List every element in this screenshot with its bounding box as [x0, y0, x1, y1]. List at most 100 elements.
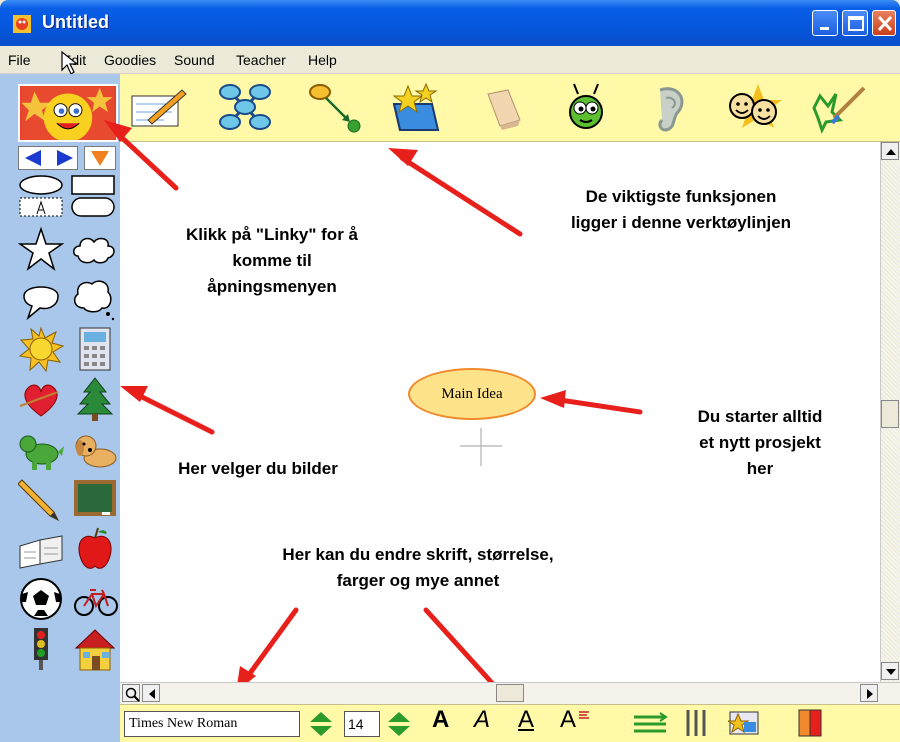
pencil-icon[interactable] [18, 476, 64, 522]
window-title: Untitled [42, 12, 109, 32]
dinosaur-icon[interactable] [18, 426, 64, 472]
bicycle-icon[interactable] [72, 576, 118, 622]
bug-icon[interactable] [556, 80, 616, 136]
vertical-scrollbar[interactable] [880, 142, 900, 682]
maximize-icon [848, 16, 864, 31]
annotation-linky-line3: åpningsmenyen [207, 277, 337, 296]
symbol-library-icon[interactable] [728, 708, 760, 738]
heart-icon[interactable] [18, 376, 64, 422]
maximize-button[interactable] [842, 10, 868, 36]
chalkboard-icon[interactable] [72, 476, 118, 522]
dog-icon[interactable] [72, 426, 118, 472]
menu-goodies[interactable]: Goodies [104, 52, 156, 68]
palette-nav [18, 146, 78, 170]
insertion-point-cursor [460, 428, 502, 466]
menu-bar: File Edit Goodies Sound Teacher Help [0, 46, 900, 74]
size-stepper-icon[interactable] [384, 710, 414, 738]
calculator-icon[interactable] [72, 326, 118, 372]
italic-button[interactable]: A [474, 706, 490, 734]
annotation-start-line1: Du starter alltid [697, 407, 823, 426]
symbol-box-icon[interactable] [386, 80, 446, 136]
mouse-cursor-icon [61, 50, 79, 75]
traffic-light-icon[interactable] [18, 626, 64, 672]
palette-dropdown[interactable] [84, 146, 116, 170]
minimize-button[interactable] [812, 10, 838, 36]
magnifier-icon [125, 687, 140, 702]
menu-teacher[interactable]: Teacher [236, 52, 286, 68]
application-window: Untitled File Edit Goodies Sound Teacher… [0, 0, 900, 742]
rapid-create-icon[interactable] [216, 80, 276, 136]
cloud-shape[interactable] [70, 226, 116, 272]
text-color-button[interactable]: A [560, 706, 576, 734]
annotation-start: Du starter alltid et nytt prosjekt her [660, 404, 860, 482]
text-box-shape[interactable] [18, 196, 64, 218]
title-bar[interactable]: Untitled [0, 0, 900, 46]
house-icon[interactable] [72, 626, 118, 672]
annotation-start-line2: et nytt prosjekt [699, 433, 821, 452]
apple-icon[interactable] [72, 526, 118, 572]
annotation-linky: Klikk på "Linky" for å komme til åpnings… [146, 222, 398, 300]
star-shape[interactable] [18, 226, 64, 272]
annotation-format: Her kan du endre skrift, størrelse, farg… [228, 542, 608, 594]
book-icon[interactable] [18, 526, 64, 572]
scroll-right-button[interactable] [860, 684, 878, 702]
scroll-left-button[interactable] [142, 684, 160, 702]
main-toolbar [120, 74, 900, 142]
paintbrush-icon[interactable] [810, 80, 870, 136]
close-icon [877, 15, 893, 32]
linky-button[interactable] [18, 84, 118, 142]
text-lines-icon [579, 711, 589, 719]
annotation-toolbar-line2: ligger i denne verktøylinjen [570, 213, 792, 232]
tree-icon[interactable] [72, 376, 118, 422]
arrow-right-icon [867, 689, 873, 699]
font-name-field[interactable]: Times New Roman [124, 711, 300, 737]
line-style-icon[interactable] [632, 710, 668, 738]
app-icon [13, 15, 31, 33]
arrow-down-icon [886, 669, 896, 675]
close-button[interactable] [872, 10, 896, 36]
thought-bubble-shape[interactable] [70, 276, 116, 322]
main-idea-symbol[interactable]: Main Idea [408, 368, 536, 420]
faces-icon[interactable] [724, 80, 784, 136]
font-stepper-icon[interactable] [306, 710, 336, 738]
annotation-format-line2: farger og mye annet [336, 571, 500, 590]
bold-button[interactable]: A [432, 706, 449, 734]
scroll-thumb[interactable] [881, 400, 899, 428]
fill-color-icon[interactable] [796, 708, 824, 738]
scroll-down-button[interactable] [881, 662, 899, 680]
arrow-left-icon [149, 689, 155, 699]
annotation-linky-line1: Klikk på "Linky" for å [185, 225, 358, 244]
annotation-images: Her velger du bilder [138, 456, 378, 482]
minimize-icon [820, 27, 829, 30]
scroll-up-button[interactable] [881, 142, 899, 160]
annotation-format-line1: Her kan du endre skrift, størrelse, [282, 545, 554, 564]
arrow-left-icon[interactable] [25, 150, 41, 166]
font-size-field[interactable]: 14 [344, 711, 380, 737]
arrow-up-icon [886, 149, 896, 155]
dropdown-icon [91, 151, 109, 166]
ellipse-shape[interactable] [18, 174, 64, 196]
zoom-button[interactable] [122, 684, 140, 702]
menu-file[interactable]: File [8, 52, 31, 68]
arrow-right-icon[interactable] [57, 150, 73, 166]
horizontal-scrollbar[interactable] [120, 682, 900, 704]
annotation-linky-line2: komme til [232, 251, 312, 270]
speech-bubble-shape[interactable] [18, 276, 64, 322]
notes-icon[interactable] [128, 80, 188, 136]
rectangle-shape[interactable] [70, 174, 116, 196]
eraser-icon[interactable] [472, 80, 532, 136]
menu-sound[interactable]: Sound [174, 52, 214, 68]
line-thickness-icon[interactable] [684, 708, 712, 738]
menu-help[interactable]: Help [308, 52, 337, 68]
sun-icon[interactable] [18, 326, 64, 372]
horizontal-scroll-thumb[interactable] [496, 684, 524, 702]
soccer-ball-icon[interactable] [18, 576, 64, 622]
underline-button[interactable]: A [518, 706, 534, 734]
annotation-start-line3: her [746, 459, 774, 478]
annotation-images-line1: Her velger du bilder [178, 459, 338, 478]
rounded-rect-shape[interactable] [70, 196, 116, 218]
link-icon[interactable] [306, 80, 366, 136]
annotation-toolbar: De viktigste funksjonen ligger i denne v… [536, 184, 826, 236]
ear-icon[interactable] [638, 80, 698, 136]
annotation-toolbar-line1: De viktigste funksjonen [585, 187, 777, 206]
